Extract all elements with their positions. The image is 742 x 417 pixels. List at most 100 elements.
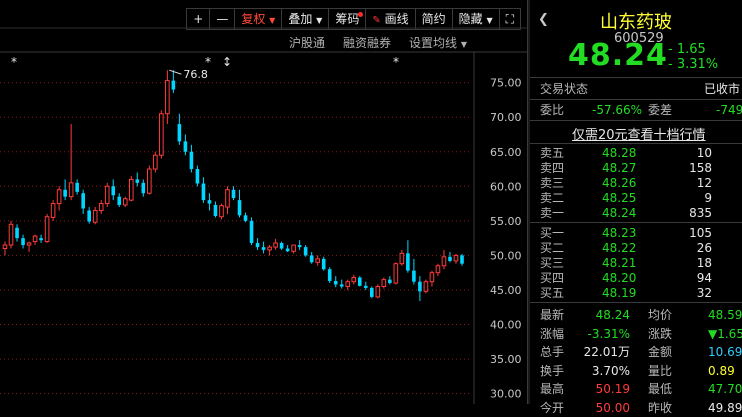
candle-body [141, 182, 146, 194]
event-marker-icon: ↕ [222, 55, 232, 69]
candle-body [381, 279, 387, 288]
weicha-value: -749 [716, 103, 742, 117]
stat-row: 涨幅 -3.31% 涨跌 ▼1.65 [530, 325, 742, 343]
collapse-arrow-icon[interactable]: ❮ [538, 12, 549, 27]
candle-body [255, 242, 260, 248]
candle-body [81, 193, 85, 209]
candle-body [460, 255, 464, 264]
fullscreen-button[interactable]: ⛶ [498, 8, 521, 30]
stat-label: 最新 [540, 308, 565, 322]
event-marker-icon: * [205, 55, 211, 69]
candle-body [39, 238, 43, 241]
sell-level-row: 卖一 48.24 835 [530, 206, 742, 221]
sell-level-row: 卖五 48.28 10 [530, 146, 742, 161]
candle-body [441, 256, 447, 267]
stat-value: 48.59 [708, 308, 742, 322]
sell-level-label: 卖二 [540, 191, 565, 205]
y-tick-label: 50.00 [490, 249, 522, 262]
candle-body [165, 80, 170, 115]
candle-body [68, 182, 74, 198]
trade-status-value: 已收市 [704, 82, 741, 96]
candle-body [213, 204, 218, 217]
adjust-rights-dropdown[interactable]: 复权 ▼ [234, 8, 283, 30]
overlay-label: 叠加 [288, 12, 313, 26]
candle-body [147, 168, 152, 194]
level2-promo-link[interactable]: 仅需20元查看十档行情 [572, 124, 706, 143]
change-percent: - 3.31% [668, 57, 719, 72]
sell-level-volume: 10 [696, 146, 712, 160]
sell-level-price: 48.27 [602, 161, 637, 175]
sell-level-row: 卖三 48.26 12 [530, 176, 742, 191]
candle-body [412, 270, 416, 282]
y-tick-label: 75.00 [490, 77, 522, 90]
event-marker-icon: * [393, 55, 399, 69]
zoom-in-button[interactable]: + [186, 8, 211, 30]
sell-level-price: 48.24 [602, 206, 637, 220]
chevron-down-icon: ▼ [460, 40, 467, 49]
buy-level-row: 买四 48.20 94 [530, 271, 742, 286]
margin-trading-link[interactable]: 融资融券 [343, 34, 391, 51]
candle-body [104, 185, 110, 205]
kline-panel: + — 复权 ▼ 叠加 ▼ 筹码 ✎ 画线 简约 隐藏 ▼ ⛶ 沪股通 融资融券… [0, 0, 527, 404]
chart-toolbar: + — 复权 ▼ 叠加 ▼ 筹码 ✎ 画线 简约 隐藏 ▼ ⛶ [186, 8, 521, 30]
buy-level-volume: 105 [689, 226, 712, 240]
candle-body [351, 277, 357, 283]
candle-body [321, 258, 326, 270]
divider [530, 77, 742, 78]
stat-value: 48.24 [595, 308, 630, 322]
candle-body [279, 242, 284, 249]
divider [530, 302, 742, 303]
chart-subbar: 沪股通 融资融券 设置均线 ▼ [289, 34, 467, 51]
divider [530, 222, 742, 223]
sell-level-volume: 9 [704, 191, 712, 205]
ma-settings-dropdown[interactable]: 设置均线 ▼ [409, 34, 467, 51]
candlestick-chart[interactable]: 75.00 70.00 65.00 60.00 55.00 50.00 45.00 40.00… [0, 0, 527, 404]
buy-level-price: 48.20 [602, 271, 637, 285]
stat-label: 涨幅 [540, 326, 565, 341]
candle-body [219, 205, 224, 218]
max-pointer [169, 69, 182, 75]
stat-value: 22.01万 [583, 345, 630, 359]
candle-body [363, 285, 368, 288]
candle-body [2, 244, 8, 250]
stat-label: 量比 [648, 363, 673, 378]
candle-body [357, 277, 362, 286]
stat-value: 10.69亿 [708, 345, 742, 359]
candle-body [117, 196, 122, 205]
hide-dropdown[interactable]: 隐藏 ▼ [451, 8, 500, 30]
candle-body [267, 246, 272, 251]
candle-body [207, 200, 212, 204]
candle-body [375, 286, 381, 298]
hgt-link[interactable]: 沪股通 [289, 34, 325, 51]
overlay-dropdown[interactable]: 叠加 ▼ [281, 8, 330, 30]
candle-body [32, 235, 38, 243]
candle-body [429, 272, 435, 283]
stat-value: -3.31% [587, 326, 630, 341]
stat-value: 0.89 [708, 363, 735, 378]
simple-mode-button[interactable]: 简约 [414, 8, 453, 30]
candle-body [171, 80, 176, 90]
candle-body [448, 256, 452, 261]
draw-line-button[interactable]: ✎ 画线 [365, 8, 416, 30]
candle-body [303, 247, 308, 256]
sell-level-price: 48.28 [602, 146, 637, 160]
buy-level-volume: 26 [696, 241, 712, 255]
sell-level-label: 卖五 [540, 146, 565, 160]
stat-row: 总手 22.01万 金额 10.69亿 [530, 343, 742, 361]
y-tick-label: 65.00 [490, 146, 522, 159]
fullscreen-icon: ⛶ [505, 12, 514, 26]
candle-body [339, 284, 344, 287]
zoom-out-button[interactable]: — [209, 8, 236, 30]
stat-label: 昨收 [648, 400, 673, 415]
buy-level-row: 买五 48.19 32 [530, 286, 742, 301]
candle-body [201, 183, 206, 201]
stat-row: 换手 3.70% 量比 0.89 [530, 362, 742, 380]
candle-body [345, 281, 351, 288]
candle-body [243, 215, 248, 221]
adjust-rights-label: 复权 [241, 12, 266, 26]
last-price: 48.24 [568, 38, 668, 73]
chips-button[interactable]: 筹码 [328, 8, 367, 30]
event-marker-icon: * [11, 55, 17, 69]
candle-body [327, 269, 332, 281]
candle-body [273, 242, 278, 248]
